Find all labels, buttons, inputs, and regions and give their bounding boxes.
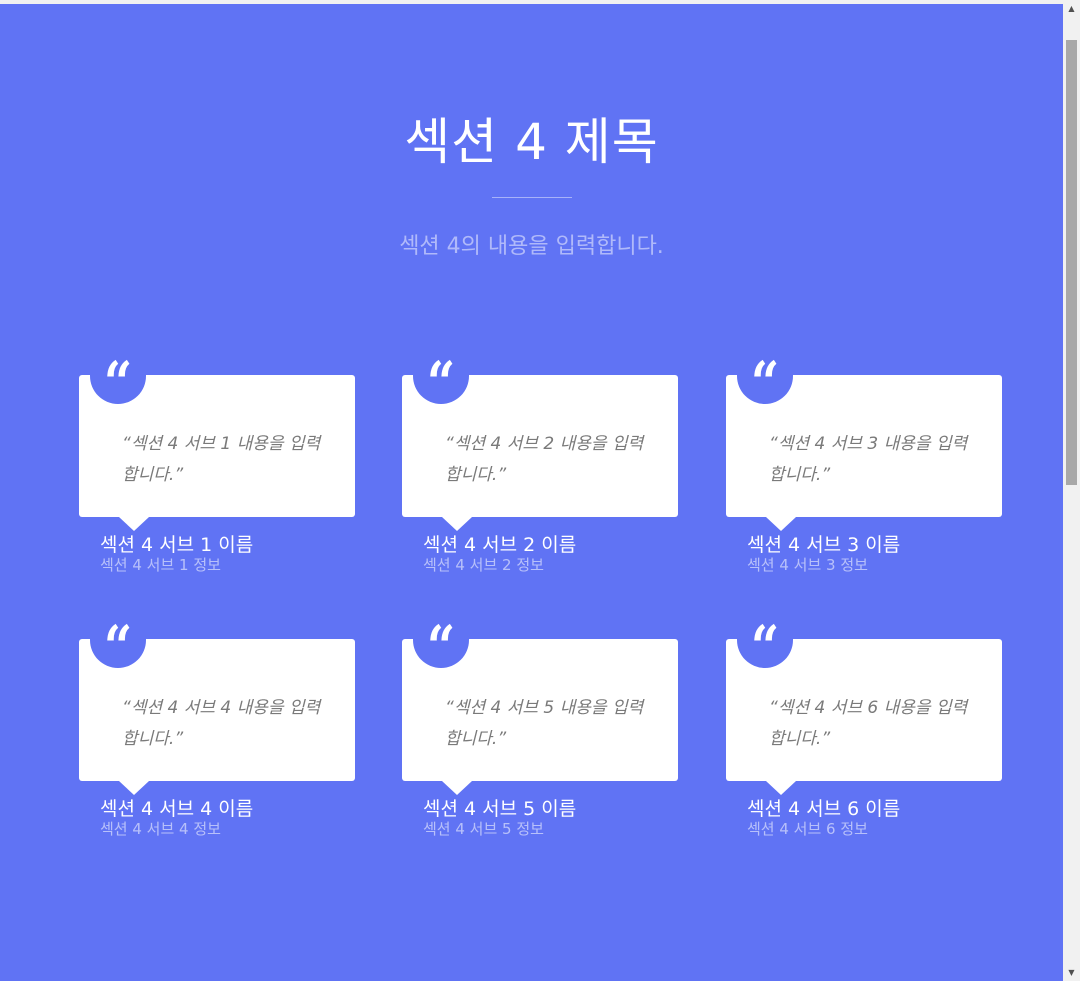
author-info: 섹션 4 서브 6 정보: [747, 820, 868, 838]
quote-text: 섹션 4 서브 2 내용을 입력합니다.: [445, 429, 645, 491]
quote-icon: “: [90, 622, 146, 668]
scrollbar-thumb[interactable]: [1066, 40, 1077, 485]
author-info: 섹션 4 서브 3 정보: [747, 556, 868, 574]
author-name: 섹션 4 서브 2 이름: [423, 534, 577, 556]
quote-text: 섹션 4 서브 6 내용을 입력합니다.: [769, 693, 969, 755]
quote-icon: “: [413, 622, 469, 668]
author-name: 섹션 4 서브 3 이름: [747, 534, 901, 556]
quote-icon: “: [413, 358, 469, 404]
quote-text: 섹션 4 서브 5 내용을 입력합니다.: [445, 693, 645, 755]
author-info: 섹션 4 서브 2 정보: [423, 556, 544, 574]
testimonial-card: 섹션 4 서브 2 내용을 입력합니다. “ 섹션 4 서브 2 이름 섹션 4…: [402, 358, 678, 574]
quote-text: 섹션 4 서브 1 내용을 입력합니다.: [122, 429, 322, 491]
quote-icon: “: [90, 358, 146, 404]
author-name: 섹션 4 서브 4 이름: [100, 798, 254, 820]
section-description: 섹션 4의 내용을 입력합니다.: [399, 234, 664, 259]
section-title: 섹션 4 제목: [404, 113, 659, 171]
author-name: 섹션 4 서브 5 이름: [423, 798, 577, 820]
scroll-up-arrow-icon[interactable]: ▲: [1063, 0, 1080, 17]
testimonial-card: 섹션 4 서브 5 내용을 입력합니다. “ 섹션 4 서브 5 이름 섹션 4…: [402, 622, 678, 838]
title-divider: [492, 197, 572, 198]
author-name: 섹션 4 서브 6 이름: [747, 798, 901, 820]
scroll-down-arrow-icon[interactable]: ▼: [1063, 964, 1080, 981]
testimonial-card: 섹션 4 서브 6 내용을 입력합니다. “ 섹션 4 서브 6 이름 섹션 4…: [726, 622, 1002, 838]
vertical-scrollbar[interactable]: ▲ ▼: [1063, 0, 1080, 981]
testimonial-card: 섹션 4 서브 1 내용을 입력합니다. “ 섹션 4 서브 1 이름 섹션 4…: [79, 358, 355, 574]
quote-icon: “: [737, 622, 793, 668]
author-info: 섹션 4 서브 5 정보: [423, 820, 544, 838]
author-name: 섹션 4 서브 1 이름: [100, 534, 254, 556]
testimonial-section: 섹션 4 제목 섹션 4의 내용을 입력합니다. 섹션 4 서브 1 내용을 입…: [0, 4, 1063, 981]
quote-icon: “: [737, 358, 793, 404]
author-info: 섹션 4 서브 4 정보: [100, 820, 221, 838]
testimonial-card: 섹션 4 서브 3 내용을 입력합니다. “ 섹션 4 서브 3 이름 섹션 4…: [726, 358, 1002, 574]
quote-text: 섹션 4 서브 3 내용을 입력합니다.: [769, 429, 969, 491]
author-info: 섹션 4 서브 1 정보: [100, 556, 221, 574]
testimonial-card: 섹션 4 서브 4 내용을 입력합니다. “ 섹션 4 서브 4 이름 섹션 4…: [79, 622, 355, 838]
quote-text: 섹션 4 서브 4 내용을 입력합니다.: [122, 693, 322, 755]
